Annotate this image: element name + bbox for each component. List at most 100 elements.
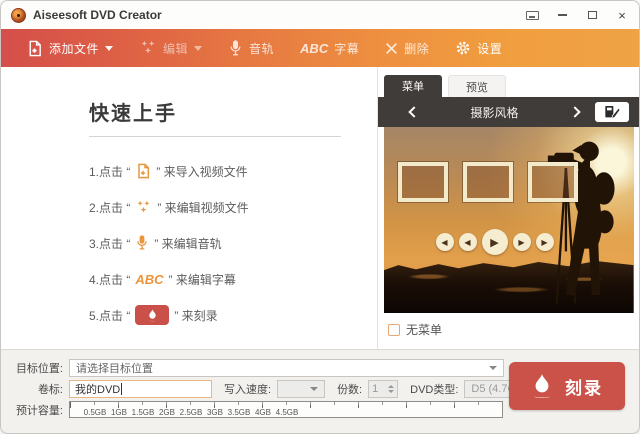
quickstart-step-3: 3.点击 “ ” 来编辑音轨 — [89, 225, 377, 261]
dvd-type-label: DVD类型: — [410, 383, 459, 396]
speed-label: 写入速度: — [224, 383, 272, 396]
minimize-button[interactable] — [555, 8, 569, 22]
microphone-icon — [135, 235, 149, 251]
burn-flame-icon — [533, 374, 551, 398]
menu-frame-3 — [527, 162, 578, 202]
close-button[interactable]: × — [615, 8, 629, 22]
page-title: 快速上手 — [89, 103, 177, 125]
skip-forward-icon[interactable]: ▶ — [535, 233, 554, 251]
toolbar-audio-track[interactable]: 音轨 — [215, 29, 287, 67]
theme-nav-bar: 摄影风格 — [378, 97, 639, 127]
no-menu-option: 无菜单 — [388, 321, 639, 338]
quickstart-step-4: 4.点击 “ ABC ” 来编辑字幕 — [89, 261, 377, 297]
target-value: 请选择目标位置 — [76, 362, 153, 375]
toolbar-subtitle[interactable]: ABC 字幕 — [287, 29, 372, 67]
rewind-icon[interactable]: ◀ — [458, 233, 477, 251]
step-text: 4.点击 “ — [89, 272, 131, 287]
no-menu-checkbox[interactable] — [388, 323, 400, 336]
volume-label-input[interactable]: 我的DVD — [69, 379, 212, 398]
chevron-down-icon — [489, 365, 497, 370]
chevron-right-icon[interactable] — [569, 106, 581, 118]
burn-button[interactable]: 刻录 — [509, 362, 625, 410]
toolbar-delete[interactable]: 删除 — [372, 29, 442, 67]
photographer-silhouette — [547, 141, 615, 304]
quickstart-step-2: 2.点击 “ ” 来编辑视频文件 — [89, 189, 377, 225]
forward-icon[interactable]: ▶ — [512, 233, 531, 251]
toolbar-label: 设置 — [477, 41, 503, 56]
step-text: ” 来刻录 — [174, 308, 218, 323]
skip-back-icon[interactable]: ◀ — [435, 233, 454, 251]
quickstart-step-5: 5.点击 “ ” 来刻录 — [89, 297, 377, 333]
edit-stars-icon — [135, 200, 152, 215]
menu-preview-image: ◀ ◀ ▶ ▶ ▶ — [383, 127, 634, 313]
no-menu-label: 无菜单 — [406, 323, 443, 337]
capacity-label: 预计容量: — [15, 404, 63, 417]
play-icon[interactable]: ▶ — [481, 229, 508, 255]
chevron-down-icon — [194, 45, 203, 51]
app-logo-icon — [11, 7, 26, 23]
copies-stepper[interactable]: 1 — [368, 379, 399, 398]
write-speed-dropdown[interactable] — [277, 379, 326, 398]
feedback-icon[interactable] — [525, 8, 539, 22]
step-text: ” 来导入视频文件 — [156, 164, 248, 179]
maximize-button[interactable] — [585, 8, 599, 22]
toolbar-add-files[interactable]: 添加文件 — [13, 29, 126, 67]
menu-preview-panel: 菜单 预览 摄影风格 ◀ ◀ ▶ ▶ ▶ 无菜单 — [377, 67, 639, 349]
quick-start-panel: 快速上手 1.点击 “ ” 来导入视频文件 2.点击 “ ” 来编辑视频文件 3… — [1, 67, 377, 349]
window-controls: × — [525, 8, 629, 22]
theme-name: 摄影风格 — [470, 105, 519, 120]
copies-label: 份数: — [337, 383, 363, 396]
edit-stars-icon — [139, 40, 157, 56]
step-text: ” 来编辑字幕 — [168, 272, 236, 287]
volume-label: 卷标: — [37, 383, 63, 396]
step-text: 3.点击 “ — [89, 236, 131, 251]
app-window: Aiseesoft DVD Creator × 添加文件 编辑 音轨 ABC 字… — [0, 0, 640, 434]
toolbar-label: 添加文件 — [49, 41, 100, 56]
player-controls: ◀ ◀ ▶ ▶ ▶ — [435, 229, 554, 255]
edit-menu-button[interactable] — [595, 102, 629, 122]
abc-icon: ABC — [300, 40, 329, 56]
toolbar: 添加文件 编辑 音轨 ABC 字幕 删除 设置 — [1, 29, 639, 67]
add-file-icon — [26, 40, 43, 57]
burn-button-label: 刻录 — [565, 378, 603, 398]
delete-x-icon — [385, 42, 398, 55]
title-bar: Aiseesoft DVD Creator × — [1, 1, 639, 29]
target-location-dropdown[interactable]: 请选择目标位置 — [69, 358, 504, 377]
gear-icon — [455, 40, 471, 56]
toolbar-label: 字幕 — [334, 41, 360, 56]
chevron-down-icon — [105, 45, 114, 51]
divider — [89, 136, 341, 137]
step-text: 1.点击 “ — [89, 164, 131, 179]
ruler-labels: 0.5GB 1GB 1.5GB 2GB 2.5GB 3GB 3.5GB 4GB … — [83, 408, 299, 417]
burn-flame-icon — [135, 305, 170, 325]
preview-tabs: 菜单 预览 — [384, 75, 639, 97]
step-text: ” 来编辑视频文件 — [157, 200, 249, 215]
target-label: 目标位置: — [15, 362, 63, 375]
toolbar-label: 音轨 — [249, 41, 275, 56]
tab-preview[interactable]: 预览 — [448, 75, 506, 97]
toolbar-label: 编辑 — [163, 41, 189, 56]
step-text: ” 来编辑音轨 — [154, 236, 222, 251]
step-text: 5.点击 “ — [89, 308, 131, 323]
burn-settings-panel: 目标位置: 请选择目标位置 卷标: 我的DVD 写入速度: 份数: 1 DVD类… — [1, 349, 639, 433]
menu-frame-2 — [462, 162, 513, 202]
microphone-icon — [228, 39, 243, 57]
content-area: 快速上手 1.点击 “ ” 来导入视频文件 2.点击 “ ” 来编辑视频文件 3… — [1, 67, 639, 349]
ruler-minor-ticks — [94, 402, 502, 405]
text-caret — [121, 382, 123, 395]
toolbar-settings[interactable]: 设置 — [442, 29, 515, 67]
tab-menu[interactable]: 菜单 — [384, 75, 442, 97]
quick-start-steps: 1.点击 “ ” 来导入视频文件 2.点击 “ ” 来编辑视频文件 3.点击 “ — [89, 153, 377, 333]
volume-value: 我的DVD — [75, 383, 121, 396]
edit-menu-icon — [605, 106, 620, 119]
menu-frame-1 — [397, 162, 448, 202]
copies-value: 1 — [372, 382, 379, 395]
chevron-down-icon — [310, 386, 319, 391]
toolbar-edit[interactable]: 编辑 — [126, 29, 215, 67]
capacity-ruler: 0.5GB 1GB 1.5GB 2GB 2.5GB 3GB 3.5GB 4GB … — [69, 401, 503, 418]
quickstart-step-1: 1.点击 “ ” 来导入视频文件 — [89, 153, 377, 189]
toolbar-label: 删除 — [404, 41, 430, 56]
abc-icon: ABC — [135, 271, 164, 287]
add-file-icon — [135, 163, 151, 179]
app-title: Aiseesoft DVD Creator — [33, 8, 162, 22]
